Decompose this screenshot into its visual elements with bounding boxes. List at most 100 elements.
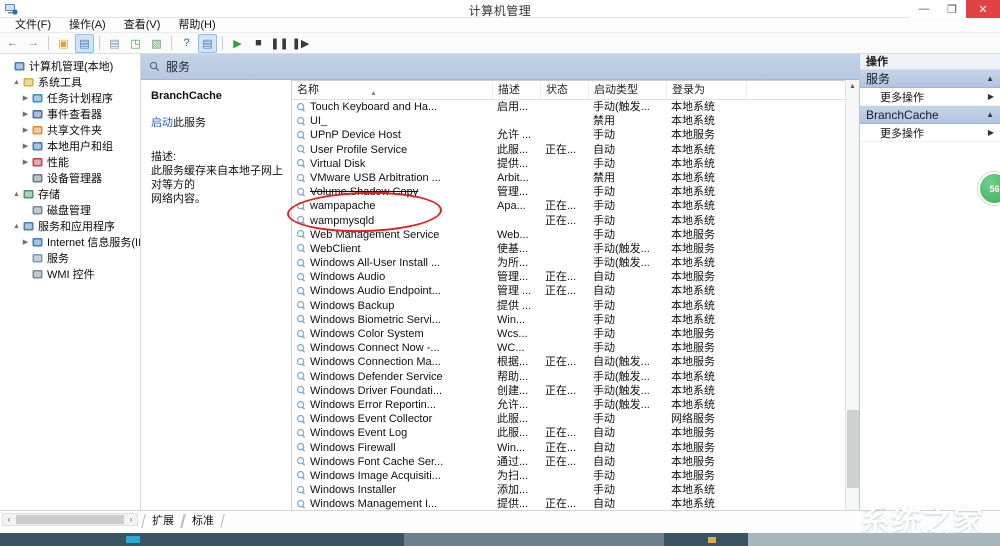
expander-icon[interactable]: ▲ <box>11 79 22 86</box>
table-row[interactable]: Windows Biometric Servi...Win...手动本地系统 <box>292 313 859 327</box>
close-button[interactable]: ✕ <box>966 0 1000 18</box>
start-service-link[interactable]: 启动 <box>151 117 173 129</box>
show-hide-tree-icon[interactable]: ▤ <box>75 34 94 53</box>
table-row[interactable]: Windows FirewallWin...正在...自动本地服务 <box>292 441 859 455</box>
taskbar-icon-2[interactable] <box>708 537 716 543</box>
expander-icon[interactable]: ▶ <box>20 158 31 166</box>
actions-group-header-0[interactable]: 服务▲ <box>860 70 1000 88</box>
table-row[interactable]: UPnP Device Host允许 ...手动本地服务 <box>292 128 859 142</box>
minimize-button[interactable]: — <box>910 0 938 18</box>
table-row[interactable]: VMware USB Arbitration ...Arbit...禁用本地系统 <box>292 171 859 185</box>
tree-node-0[interactable]: 计算机管理(本地) <box>2 58 140 74</box>
table-row[interactable]: Virtual Disk提供...手动本地系统 <box>292 157 859 171</box>
menu-item-3[interactable]: 帮助(H) <box>169 18 224 33</box>
column-header-name[interactable]: 名称▲ <box>292 81 492 100</box>
menu-item-2[interactable]: 查看(V) <box>115 18 170 33</box>
scroll-left-icon[interactable]: ‹ <box>3 515 15 524</box>
tree-node-2[interactable]: ▶任务计划程序 <box>2 90 140 106</box>
tree-node-3[interactable]: ▶事件查看器 <box>2 106 140 122</box>
table-row[interactable]: Windows Color SystemWcs...手动本地服务 <box>292 327 859 341</box>
tree-node-5[interactable]: ▶本地用户和组 <box>2 138 140 154</box>
table-row[interactable]: User Profile Service此服...正在...自动本地系统 <box>292 143 859 157</box>
forward-icon[interactable]: → <box>24 34 43 53</box>
tree-node-6[interactable]: ▶性能 <box>2 154 140 170</box>
view-tab-0[interactable]: 扩展 <box>141 514 184 528</box>
stop-service-icon[interactable]: ■ <box>249 34 268 53</box>
tree-node-4[interactable]: ▶共享文件夹 <box>2 122 140 138</box>
table-row[interactable]: Windows Connect Now -...WC...手动本地服务 <box>292 341 859 355</box>
tree-node-13[interactable]: WMI 控件 <box>2 266 140 282</box>
chevron-up-icon[interactable]: ▲ <box>986 74 994 83</box>
scroll-up-icon[interactable]: ▲ <box>846 80 859 93</box>
table-row[interactable]: Windows Connection Ma...根据...正在...自动(触发.… <box>292 355 859 369</box>
properties-icon[interactable]: ▤ <box>198 34 217 53</box>
tree-node-10[interactable]: ▲服务和应用程序 <box>2 218 140 234</box>
expander-icon[interactable]: ▶ <box>20 238 31 246</box>
back-icon[interactable]: ← <box>3 34 22 53</box>
chevron-up-icon[interactable]: ▲ <box>986 110 994 119</box>
menu-item-0[interactable]: 文件(F) <box>6 18 60 33</box>
up-folder-icon[interactable]: ▣ <box>54 34 73 53</box>
description-line-1: 此服务缓存来自本地子网上对等方的 <box>151 164 283 192</box>
actions-item-more-1[interactable]: 更多操作▶ <box>860 124 1000 142</box>
toolbar-separator <box>99 36 100 50</box>
table-row[interactable]: Windows Font Cache Ser...通过...正在...自动本地服… <box>292 455 859 469</box>
table-row[interactable]: Windows Backup提供 ...手动本地系统 <box>292 299 859 313</box>
tree-horizontal-scrollbar[interactable]: ‹ › <box>2 513 138 526</box>
view-tab-1[interactable]: 标准 <box>181 514 224 528</box>
tree-node-9[interactable]: 磁盘管理 <box>2 202 140 218</box>
column-header-stat[interactable]: 状态 <box>540 81 588 100</box>
refresh-icon[interactable]: ◳ <box>126 34 145 53</box>
taskbar-icon-1[interactable] <box>126 536 140 543</box>
expander-icon[interactable]: ▶ <box>20 126 31 134</box>
tree-node-1[interactable]: ▲系统工具 <box>2 74 140 90</box>
actions-group-header-1[interactable]: BranchCache▲ <box>860 106 1000 124</box>
expander-icon[interactable]: ▲ <box>11 191 22 198</box>
column-header-logon[interactable]: 登录为 <box>666 81 746 100</box>
table-row[interactable]: Touch Keyboard and Ha...启用...手动(触发...本地系… <box>292 100 859 114</box>
table-row[interactable]: Windows Error Reportin...允许...手动(触发...本地… <box>292 398 859 412</box>
menu-item-1[interactable]: 操作(A) <box>60 18 115 33</box>
column-header-start[interactable]: 启动类型 <box>588 81 666 100</box>
taskbar-segment-1[interactable] <box>404 533 664 546</box>
help-icon[interactable]: ? <box>177 34 196 53</box>
pause-service-icon[interactable]: ❚❚ <box>270 34 289 53</box>
table-row[interactable]: Windows Driver Foundati...创建...正在...手动(触… <box>292 384 859 398</box>
column-header-desc[interactable]: 描述 <box>492 81 540 100</box>
hscrollbar-thumb[interactable] <box>16 515 124 524</box>
start-service-icon[interactable]: ▶ <box>228 34 247 53</box>
tree-node-12[interactable]: 服务 <box>2 250 140 266</box>
cell-start: 手动(触发... <box>588 100 666 114</box>
table-row[interactable]: Volume Shadow Copy管理...手动本地系统 <box>292 185 859 199</box>
table-row[interactable]: Windows Audio管理...正在...自动本地服务 <box>292 270 859 284</box>
table-row[interactable]: UI_禁用本地系统 <box>292 114 859 128</box>
table-row[interactable]: Windows All-User Install ...为所...手动(触发..… <box>292 256 859 270</box>
export-icon[interactable]: ▧ <box>147 34 166 53</box>
expander-icon[interactable]: ▶ <box>20 142 31 150</box>
table-row[interactable]: Windows Audio Endpoint...管理 ...正在...自动本地… <box>292 284 859 298</box>
table-row[interactable]: Windows Defender Service帮助...手动(触发...本地系… <box>292 370 859 384</box>
actions-item-more-0[interactable]: 更多操作▶ <box>860 88 1000 106</box>
table-row[interactable]: Windows Event Collector此服...手动网络服务 <box>292 412 859 426</box>
taskbar-segment-2[interactable] <box>748 533 1000 546</box>
maximize-button[interactable]: ❐ <box>938 0 966 18</box>
tree-node-11[interactable]: ▶Internet 信息服务(IIS)管 <box>2 234 140 250</box>
services-list-scrollbar[interactable]: ▲ <box>845 80 859 510</box>
tree-node-8[interactable]: ▲存储 <box>2 186 140 202</box>
restart-service-icon[interactable]: ❚▶ <box>291 34 310 53</box>
table-row[interactable]: Windows Installer添加...手动本地系统 <box>292 483 859 497</box>
table-row[interactable]: Windows Image Acquisiti...为扫...手动本地服务 <box>292 469 859 483</box>
scrollbar-thumb[interactable] <box>847 410 859 488</box>
table-row[interactable]: Windows Event Log此服...正在...自动本地服务 <box>292 426 859 440</box>
table-row[interactable]: Windows Management I...提供...正在...自动本地系统 <box>292 497 859 510</box>
table-row[interactable]: wampmysqld正在...手动本地系统 <box>292 214 859 228</box>
expander-icon[interactable]: ▶ <box>20 110 31 118</box>
table-row[interactable]: wampapacheApa...正在...手动本地系统 <box>292 199 859 213</box>
scroll-right-icon[interactable]: › <box>125 515 137 524</box>
table-row[interactable]: WebClient使基...手动(触发...本地服务 <box>292 242 859 256</box>
table-row[interactable]: Web Management ServiceWeb...手动本地服务 <box>292 228 859 242</box>
expander-icon[interactable]: ▶ <box>20 94 31 102</box>
expander-icon[interactable]: ▲ <box>11 223 22 230</box>
export-list-icon[interactable]: ▤ <box>105 34 124 53</box>
tree-node-7[interactable]: 设备管理器 <box>2 170 140 186</box>
